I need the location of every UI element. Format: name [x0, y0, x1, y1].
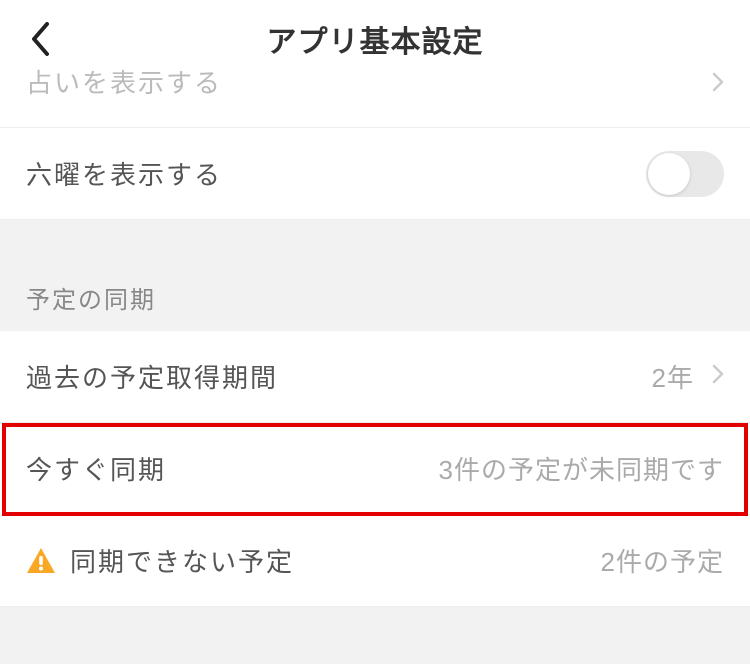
header: アプリ基本設定: [0, 0, 750, 78]
chevron-left-icon: [30, 22, 50, 56]
warning-icon: [26, 546, 56, 576]
row-value: 2件の予定: [601, 542, 724, 579]
page-title: アプリ基本設定: [0, 17, 750, 61]
row-show-rokuyou: 六曜を表示する: [0, 128, 750, 220]
chevron-right-icon: [712, 72, 724, 97]
row-label: 今すぐ同期: [26, 450, 439, 487]
row-label: 同期できない予定: [70, 542, 601, 579]
row-label: 占いを表示する: [26, 70, 712, 96]
toggle-knob: [648, 153, 690, 195]
row-sync-now[interactable]: 今すぐ同期 3件の予定が未同期です: [0, 423, 750, 515]
chevron-right-icon: [712, 364, 724, 389]
row-value: 2年: [652, 358, 694, 395]
row-show-fortune[interactable]: 占いを表示する: [0, 78, 750, 128]
row-label: 過去の予定取得期間: [26, 358, 652, 395]
row-label: 六曜を表示する: [26, 155, 646, 192]
toggle-rokuyou[interactable]: [646, 151, 724, 197]
section-header-sync: 予定の同期: [0, 220, 750, 331]
back-button[interactable]: [20, 19, 60, 59]
row-sync-fail[interactable]: 同期できない予定 2件の予定: [0, 515, 750, 607]
row-past-period[interactable]: 過去の予定取得期間 2年: [0, 331, 750, 423]
row-value: 3件の予定が未同期です: [439, 450, 724, 487]
